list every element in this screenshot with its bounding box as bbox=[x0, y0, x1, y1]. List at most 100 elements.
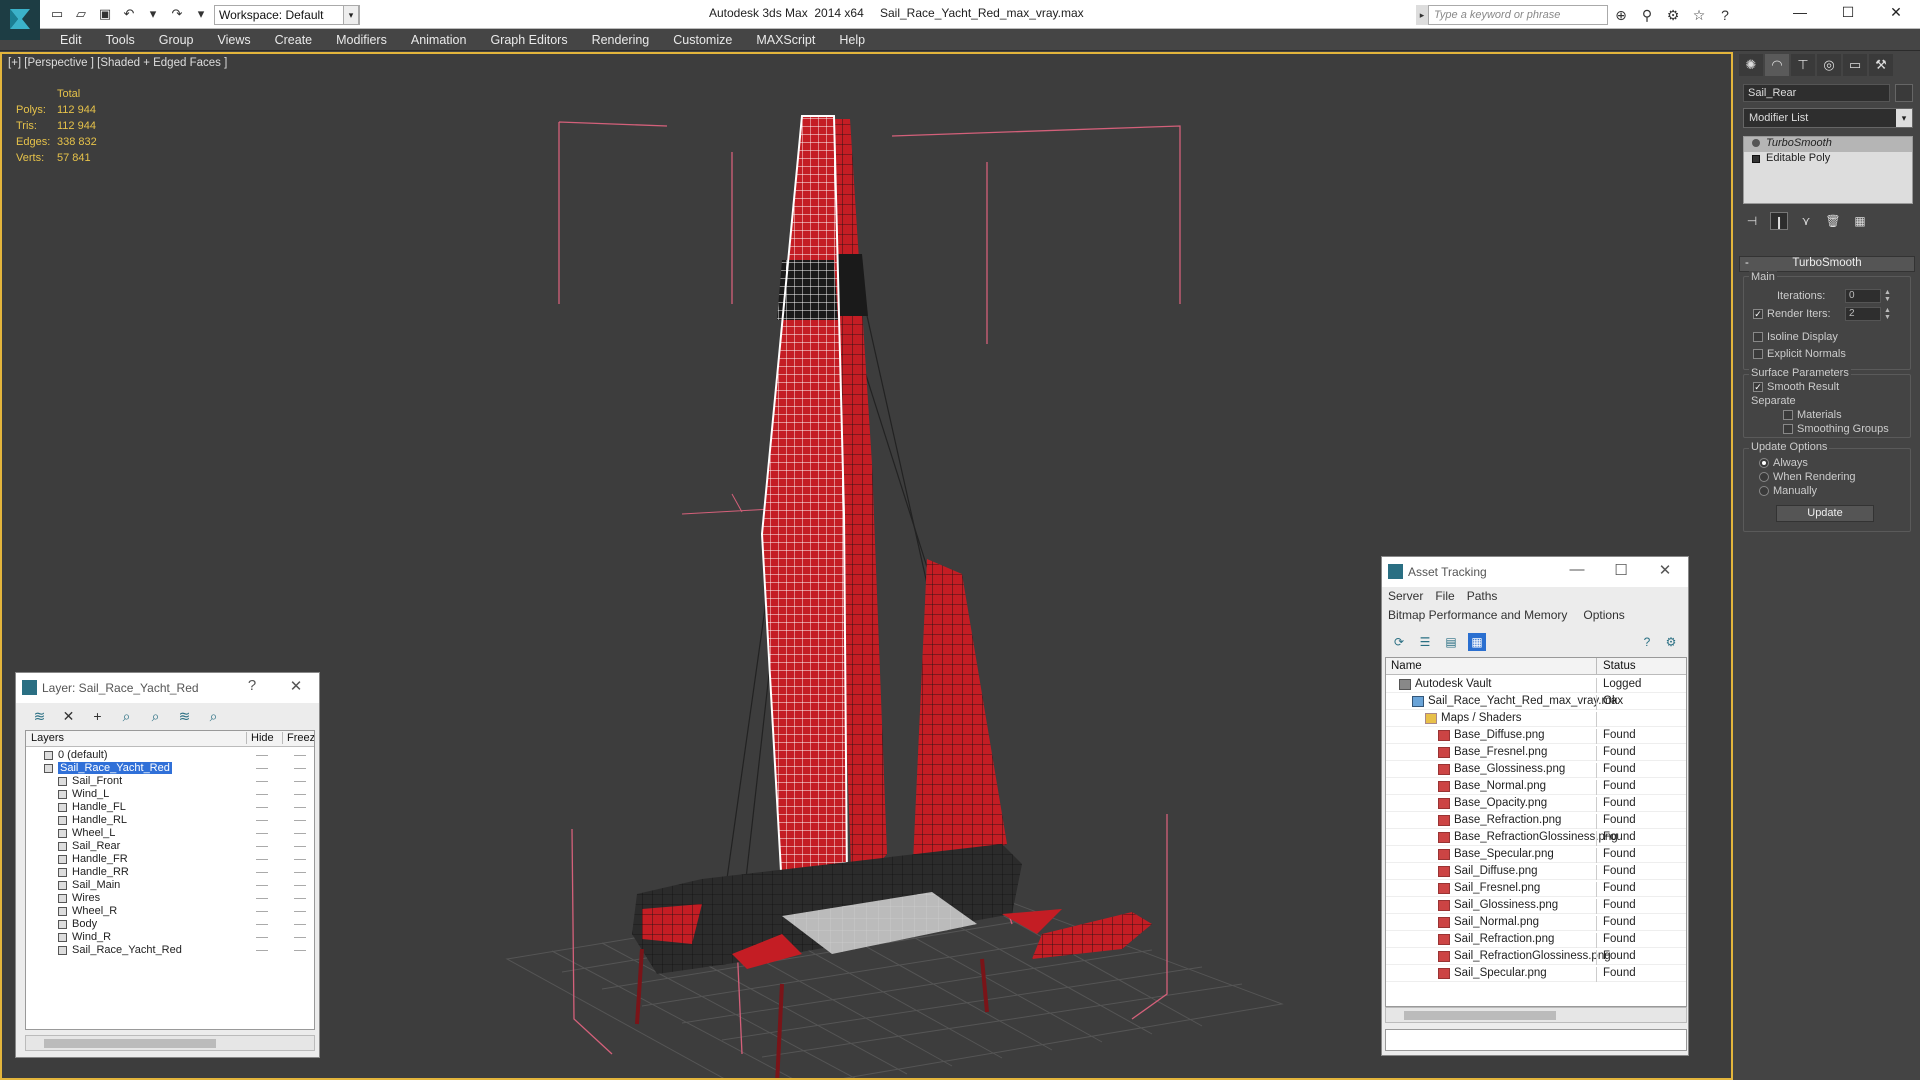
new-file-icon[interactable]: ▭ bbox=[48, 5, 66, 23]
hide-toggle[interactable] bbox=[256, 924, 268, 925]
list-view-icon[interactable]: ☰ bbox=[1416, 633, 1434, 651]
hide-toggle[interactable] bbox=[256, 898, 268, 899]
render-iters-checkbox[interactable]: ✓ bbox=[1753, 309, 1763, 319]
app-logo[interactable] bbox=[0, 0, 40, 40]
asset-row[interactable]: Sail_Fresnel.png Found bbox=[1386, 880, 1686, 897]
modify-tab-icon[interactable]: ◠ bbox=[1765, 54, 1789, 76]
hide-toggle[interactable] bbox=[256, 807, 268, 808]
hide-toggle[interactable] bbox=[256, 937, 268, 938]
asset-row[interactable]: Base_Fresnel.png Found bbox=[1386, 744, 1686, 761]
col-status[interactable]: Status bbox=[1596, 658, 1636, 675]
add-to-layer-icon[interactable]: + bbox=[88, 707, 107, 725]
hierarchy-tab-icon[interactable]: ⊤ bbox=[1791, 54, 1815, 76]
utilities-tab-icon[interactable]: ⚒ bbox=[1869, 54, 1893, 76]
menu-group[interactable]: Group bbox=[147, 33, 206, 47]
col-hide[interactable]: Hide bbox=[246, 732, 274, 744]
asset-row[interactable]: Base_Refraction.png Found bbox=[1386, 812, 1686, 829]
layer-dialog-titlebar[interactable]: Layer: Sail_Race_Yacht_Red ? ✕ bbox=[16, 673, 319, 703]
save-icon[interactable]: ▣ bbox=[96, 5, 114, 23]
hide-toggle[interactable] bbox=[256, 859, 268, 860]
open-file-icon[interactable]: ▱ bbox=[72, 5, 90, 23]
menu-help[interactable]: Help bbox=[827, 33, 877, 47]
asset-row[interactable]: Autodesk Vault Logged bbox=[1386, 676, 1686, 693]
freeze-toggle[interactable] bbox=[294, 924, 306, 925]
freeze-toggle[interactable] bbox=[294, 937, 306, 938]
expand-icon[interactable] bbox=[1752, 155, 1760, 163]
menu-customize[interactable]: Customize bbox=[661, 33, 744, 47]
menu-tools[interactable]: Tools bbox=[94, 33, 147, 47]
hide-toggle[interactable] bbox=[256, 833, 268, 834]
object-name-field[interactable]: Sail_Rear bbox=[1743, 84, 1890, 102]
layer-row[interactable]: Sail_Race_Yacht_Red bbox=[26, 943, 314, 959]
select-layer-icon[interactable]: ⌕ bbox=[146, 707, 165, 725]
freeze-toggle[interactable] bbox=[294, 950, 306, 951]
motion-tab-icon[interactable]: ◎ bbox=[1817, 54, 1841, 76]
hide-toggle[interactable] bbox=[256, 768, 268, 769]
stack-item-turbosmooth[interactable]: TurboSmooth bbox=[1744, 137, 1912, 152]
asset-row[interactable]: Sail_Specular.png Found bbox=[1386, 965, 1686, 982]
minimize-icon[interactable]: — bbox=[1562, 561, 1592, 579]
freeze-toggle[interactable] bbox=[294, 781, 306, 782]
asset-row[interactable]: Sail_Diffuse.png Found bbox=[1386, 863, 1686, 880]
asset-dialog-titlebar[interactable]: Asset Tracking — ☐ ✕ bbox=[1382, 557, 1688, 587]
smooth-result-checkbox[interactable]: ✓ bbox=[1753, 382, 1763, 392]
menu-views[interactable]: Views bbox=[205, 33, 262, 47]
close-icon[interactable]: ✕ bbox=[1650, 561, 1680, 579]
freeze-toggle[interactable] bbox=[294, 885, 306, 886]
hide-toggle[interactable] bbox=[256, 911, 268, 912]
remove-modifier-icon[interactable]: 🗑 bbox=[1824, 212, 1842, 230]
freeze-toggle[interactable] bbox=[294, 859, 306, 860]
update-button[interactable]: Update bbox=[1776, 505, 1874, 522]
asset-row[interactable]: Maps / Shaders bbox=[1386, 710, 1686, 727]
communication-icon[interactable]: ⚙ bbox=[1664, 6, 1682, 24]
always-radio[interactable] bbox=[1759, 458, 1769, 468]
search-expand-icon[interactable]: ▸ bbox=[1416, 5, 1428, 25]
redo-icon[interactable]: ↷ bbox=[168, 5, 186, 23]
viewport-label[interactable]: [+] [Perspective ] [Shaded + Edged Faces… bbox=[8, 57, 227, 69]
undo-dropdown-icon[interactable]: ▾ bbox=[144, 5, 162, 23]
maximize-icon[interactable]: ☐ bbox=[1824, 0, 1872, 26]
hide-toggle[interactable] bbox=[256, 872, 268, 873]
hide-toggle[interactable] bbox=[256, 820, 268, 821]
workspace-select[interactable]: Workspace: Default ▾ bbox=[214, 5, 360, 25]
asset-row[interactable]: Base_RefractionGlossiness.png Found bbox=[1386, 829, 1686, 846]
spinner-arrows-icon[interactable]: ▲ ▼ bbox=[1883, 307, 1892, 321]
modifier-list-dropdown[interactable]: Modifier List ▾ bbox=[1743, 108, 1913, 128]
freeze-toggle[interactable] bbox=[294, 807, 306, 808]
iterations-spinner[interactable]: 0 bbox=[1845, 289, 1881, 303]
asset-row[interactable]: Base_Glossiness.png Found bbox=[1386, 761, 1686, 778]
freeze-toggle[interactable] bbox=[294, 794, 306, 795]
undo-icon[interactable]: ↶ bbox=[120, 5, 138, 23]
layer-horizontal-scrollbar[interactable] bbox=[25, 1035, 315, 1051]
asset-row[interactable]: Base_Normal.png Found bbox=[1386, 778, 1686, 795]
col-layers[interactable]: Layers bbox=[31, 732, 64, 744]
asset-menu-server[interactable]: Server bbox=[1388, 589, 1423, 603]
menu-graph-editors[interactable]: Graph Editors bbox=[478, 33, 579, 47]
freeze-toggle[interactable] bbox=[294, 872, 306, 873]
create-layer-icon[interactable]: ≋ bbox=[30, 707, 49, 725]
when-rendering-radio[interactable] bbox=[1759, 472, 1769, 482]
spinner-arrows-icon[interactable]: ▲ ▼ bbox=[1883, 289, 1892, 303]
show-end-result-icon[interactable]: ❙ bbox=[1770, 212, 1788, 230]
detail-view-icon[interactable]: ▤ bbox=[1442, 633, 1460, 651]
refresh-icon[interactable]: ⟳ bbox=[1390, 633, 1408, 651]
close-icon[interactable]: ✕ bbox=[1872, 0, 1920, 26]
pin-stack-icon[interactable]: ⊣ bbox=[1743, 212, 1761, 230]
col-freeze[interactable]: Freeze bbox=[282, 732, 314, 744]
current-layer-icon[interactable]: ≋ bbox=[175, 707, 194, 725]
asset-row[interactable]: Sail_Race_Yacht_Red_max_vray.max Ok bbox=[1386, 693, 1686, 710]
freeze-toggle[interactable] bbox=[294, 911, 306, 912]
minimize-icon[interactable]: — bbox=[1776, 0, 1824, 26]
maximize-icon[interactable]: ☐ bbox=[1606, 561, 1636, 579]
hide-toggle[interactable] bbox=[256, 885, 268, 886]
asset-row[interactable]: Base_Opacity.png Found bbox=[1386, 795, 1686, 812]
select-objects-icon[interactable]: ⌕ bbox=[117, 707, 136, 725]
close-icon[interactable]: ✕ bbox=[281, 677, 311, 695]
rollout-header[interactable]: - TurboSmooth bbox=[1739, 256, 1915, 272]
help-icon[interactable]: ? bbox=[1638, 633, 1656, 651]
asset-menu-options[interactable]: Options bbox=[1583, 608, 1624, 622]
hide-all-icon[interactable]: ⌕ bbox=[204, 707, 223, 725]
menu-animation[interactable]: Animation bbox=[399, 33, 479, 47]
hide-toggle[interactable] bbox=[256, 781, 268, 782]
search-input[interactable]: Type a keyword or phrase bbox=[1428, 5, 1608, 25]
